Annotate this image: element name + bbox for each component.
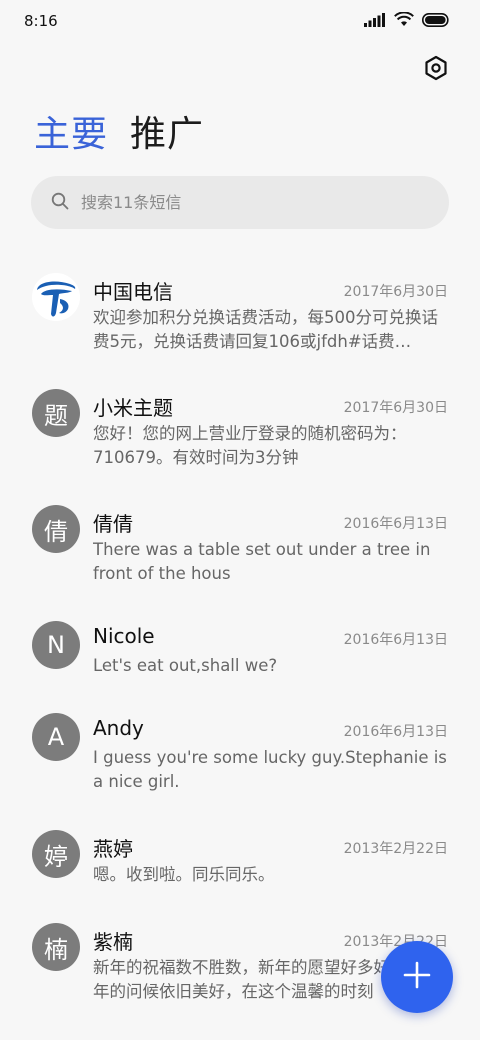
message-date: 2013年2月22日 [343, 841, 448, 857]
search-icon [51, 192, 69, 214]
settings-button[interactable] [420, 54, 452, 86]
signal-icon [364, 12, 386, 27]
sender-name: 中国电信 [93, 280, 173, 304]
message-preview: 您好！您的网上营业厅登录的随机密码为：710679。有效时间为3分钟 [93, 424, 407, 467]
messages-screen: 8:16 主要 推广 搜索11条短信 中国电信 2017年6月30日 欢迎参加积… [0, 0, 480, 1040]
sender-name: Andy [93, 716, 144, 740]
sender-name: 紫楠 [93, 930, 133, 954]
tab-primary[interactable]: 主要 [34, 112, 108, 158]
message-date: 2017年6月30日 [343, 400, 448, 416]
avatar: N [32, 621, 80, 669]
status-time: 8:16 [24, 12, 58, 30]
avatar: 倩 [32, 505, 80, 553]
sender-name: Nicole [93, 624, 155, 648]
message-preview: I guess you're some lucky guy.Stephanie … [93, 748, 447, 791]
message-date: 2016年6月13日 [343, 724, 448, 740]
avatar: 婷 [32, 830, 80, 878]
message-date: 2016年6月13日 [343, 516, 448, 532]
message-date: 2017年6月30日 [343, 284, 448, 300]
conversation-item[interactable]: 题 小米主题 2017年6月30日 您好！您的网上营业厅登录的随机密码为：710… [0, 381, 480, 491]
conversation-item[interactable]: 倩 倩倩 2016年6月13日 There was a table set ou… [0, 497, 480, 607]
conversation-item[interactable]: 中国电信 2017年6月30日 欢迎参加积分兑换话费活动，每500分可兑换话费5… [0, 265, 480, 375]
new-message-button[interactable] [381, 941, 453, 1013]
wifi-icon [394, 12, 414, 27]
avatar: A [32, 713, 80, 761]
message-preview: Let's eat out,shall we? [93, 656, 278, 675]
sender-name: 倩倩 [93, 512, 133, 536]
avatar: 楠 [32, 923, 80, 971]
message-date: 2016年6月13日 [343, 632, 448, 648]
conversation-item[interactable]: A Andy 2016年6月13日 I guess you're some lu… [0, 705, 480, 815]
battery-icon [422, 12, 450, 27]
message-preview: There was a table set out under a tree i… [93, 540, 431, 583]
search-bar[interactable] [31, 176, 449, 229]
message-preview: 嗯。收到啦。同乐同乐。 [93, 865, 275, 884]
china-telecom-logo [32, 273, 80, 321]
category-tabs: 主要 推广 [34, 112, 204, 158]
plus-icon [403, 961, 431, 993]
settings-hexagon-icon [423, 55, 449, 85]
status-icons [364, 12, 450, 27]
search-input[interactable] [81, 193, 401, 212]
status-bar: 8:16 [0, 0, 480, 44]
sender-name: 小米主题 [93, 396, 173, 420]
message-preview: 欢迎参加积分兑换话费活动，每500分可兑换话费5元，兑换话费请回复106或jfd… [93, 308, 438, 351]
tab-promotions[interactable]: 推广 [130, 112, 204, 158]
avatar: 题 [32, 389, 80, 437]
sender-name: 燕婷 [93, 837, 133, 861]
